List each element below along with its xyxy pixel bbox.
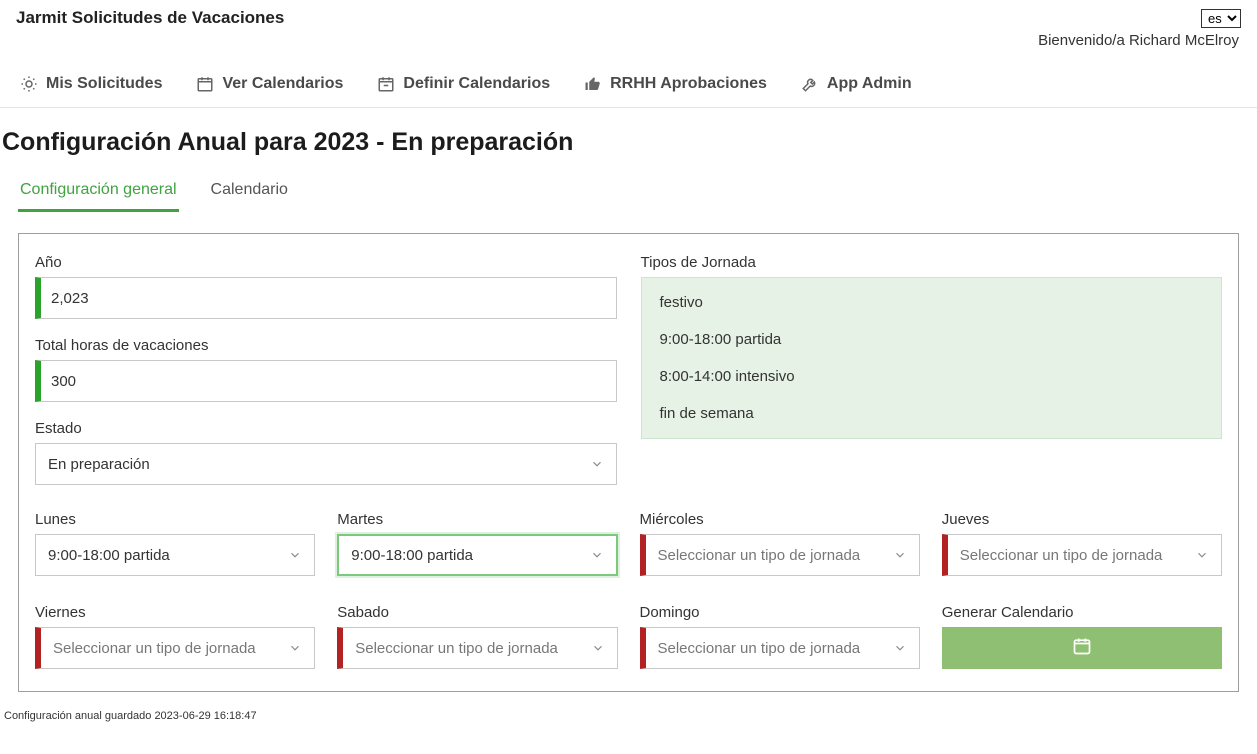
chevron-down-icon [590,548,604,562]
list-item[interactable]: 8:00-14:00 intensivo [642,358,1222,395]
sabado-select[interactable]: Seleccionar un tipo de jornada [337,627,617,669]
nav-definir-calendarios[interactable]: Definir Calendarios [377,75,550,93]
domingo-select[interactable]: Seleccionar un tipo de jornada [640,627,920,669]
sabado-placeholder: Seleccionar un tipo de jornada [355,640,558,657]
generar-calendario-button[interactable] [942,627,1222,669]
jueves-select[interactable]: Seleccionar un tipo de jornada [942,534,1222,576]
ano-label: Año [35,254,617,271]
language-select[interactable]: es [1201,9,1241,28]
main-nav: Mis Solicitudes Ver Calendarios Definir … [0,61,1257,108]
chevron-down-icon [591,641,605,655]
nav-label: Mis Solicitudes [46,75,162,93]
welcome-text: Bienvenido/a Richard McElroy [0,32,1257,61]
chevron-down-icon [893,641,907,655]
sabado-label: Sabado [337,604,617,621]
ano-input[interactable]: 2,023 [35,277,617,319]
chevron-down-icon [893,548,907,562]
nav-label: Definir Calendarios [403,75,550,93]
miercoles-placeholder: Seleccionar un tipo de jornada [658,547,861,564]
nav-label: RRHH Aprobaciones [610,75,767,93]
tipos-jornada-list: festivo 9:00-18:00 partida 8:00-14:00 in… [641,277,1223,439]
domingo-placeholder: Seleccionar un tipo de jornada [658,640,861,657]
total-horas-input[interactable]: 300 [35,360,617,402]
sun-icon [20,75,38,93]
lunes-select[interactable]: 9:00-18:00 partida [35,534,315,576]
viernes-placeholder: Seleccionar un tipo de jornada [53,640,256,657]
app-title: Jarmit Solicitudes de Vacaciones [16,8,284,28]
wrench-icon [801,75,819,93]
thumbs-up-icon [584,75,602,93]
chevron-down-icon [288,548,302,562]
lunes-value: 9:00-18:00 partida [48,547,170,564]
nav-label: Ver Calendarios [222,75,343,93]
martes-select[interactable]: 9:00-18:00 partida [337,534,617,576]
calendar-icon [1072,636,1092,661]
nav-app-admin[interactable]: App Admin [801,75,912,93]
generar-label: Generar Calendario [942,604,1222,621]
miercoles-select[interactable]: Seleccionar un tipo de jornada [640,534,920,576]
nav-label: App Admin [827,75,912,93]
status-footer: Configuración anual guardado 2023-06-29 … [0,700,1257,728]
list-item[interactable]: 9:00-18:00 partida [642,321,1222,358]
list-item[interactable]: festivo [642,284,1222,321]
config-panel: Año 2,023 Total horas de vacaciones 300 … [18,233,1239,692]
chevron-down-icon [1195,548,1209,562]
tab-calendario[interactable]: Calendario [209,171,290,212]
calendar-edit-icon [377,75,395,93]
viernes-select[interactable]: Seleccionar un tipo de jornada [35,627,315,669]
martes-value: 9:00-18:00 partida [351,547,473,564]
page-title: Configuración Anual para 2023 - En prepa… [0,108,1257,171]
jueves-placeholder: Seleccionar un tipo de jornada [960,547,1163,564]
list-item[interactable]: fin de semana [642,395,1222,432]
viernes-label: Viernes [35,604,315,621]
tipos-jornada-label: Tipos de Jornada [641,254,1223,271]
miercoles-label: Miércoles [640,511,920,528]
estado-label: Estado [35,420,617,437]
tab-configuracion-general[interactable]: Configuración general [18,171,179,212]
chevron-down-icon [288,641,302,655]
calendar-icon [196,75,214,93]
chevron-down-icon [590,457,604,471]
estado-value: En preparación [48,456,150,473]
jueves-label: Jueves [942,511,1222,528]
total-horas-label: Total horas de vacaciones [35,337,617,354]
estado-select[interactable]: En preparación [35,443,617,485]
nav-rrhh-aprobaciones[interactable]: RRHH Aprobaciones [584,75,767,93]
martes-label: Martes [337,511,617,528]
domingo-label: Domingo [640,604,920,621]
lunes-label: Lunes [35,511,315,528]
nav-ver-calendarios[interactable]: Ver Calendarios [196,75,343,93]
nav-mis-solicitudes[interactable]: Mis Solicitudes [20,75,162,93]
tab-bar: Configuración general Calendario [0,171,1257,213]
